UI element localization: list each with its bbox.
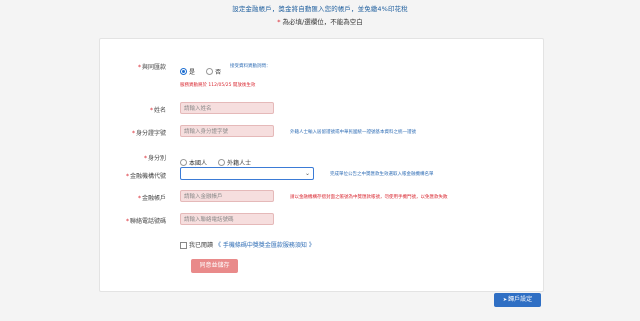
bank-code-label: *金融機構代號 xyxy=(125,173,166,180)
account-label: *金融帳戶 xyxy=(137,195,166,202)
account-input[interactable]: 請輸入金融帳戶 xyxy=(180,190,274,202)
data-auth-hint: 接受資料異動詞問： xyxy=(230,64,271,69)
radio-no-label[interactable]: 否 xyxy=(215,69,221,76)
radio-yes[interactable] xyxy=(180,68,187,75)
agree-save-button[interactable]: 同意並儲存 xyxy=(191,259,238,273)
radio-foreign-label[interactable]: 外籍人士 xyxy=(227,160,251,167)
required-star: * xyxy=(277,18,281,26)
id-number-input[interactable]: 請輸入身分證字號 xyxy=(180,125,274,137)
data-auth-label: *與同匯款 xyxy=(137,64,166,71)
identity-label: *身分別 xyxy=(143,155,166,162)
bank-code-select[interactable]: ⌄ xyxy=(180,167,314,180)
radio-local[interactable] xyxy=(180,159,187,166)
bank-code-row: *金融機構代號 ⌄ 完成單位公告之中獎匯款生效選取入帳金融機構名單 xyxy=(100,167,543,181)
name-label: *姓名 xyxy=(149,107,166,114)
phone-row: *聯絡電話號碼 請輸入聯絡電話號碼 xyxy=(100,213,543,227)
data-auth-row: *與同匯款 是 否 接受資料異動詞問： xyxy=(100,59,543,76)
phone-input[interactable]: 請輸入聯絡電話號碼 xyxy=(180,213,274,225)
radio-yes-label[interactable]: 是 xyxy=(189,69,195,76)
service-notice: 服務異動將於 112/05/25 開放後生效 xyxy=(180,83,256,88)
radio-foreign[interactable] xyxy=(218,159,226,166)
radio-no[interactable] xyxy=(206,68,214,75)
chevron-down-icon: ⌄ xyxy=(304,170,310,177)
id-number-row: *身分證字號 請輸入身分證字號 外籍人士輸入居留證號或中華民國統一證號基本資料之… xyxy=(100,125,543,139)
required-note-text: 為必填/選欄位，不能為空白 xyxy=(282,18,363,26)
arrow-right-icon: ➤ xyxy=(502,297,508,303)
data-auth-radio-group: 是 否 xyxy=(180,61,227,80)
phone-label: *聯絡電話號碼 xyxy=(125,218,166,225)
id-number-hint: 外籍人士輸入居留證號或中華民國統一證號基本資料之統一證號 xyxy=(290,130,416,135)
account-hint: 請以金融機構存摺封面之帳號為中獎匯款帳號，勿使用手機門號，以免匯款失敗 xyxy=(290,195,448,200)
account-row: *金融帳戶 請輸入金融帳戶 請以金融機構存摺封面之帳號為中獎匯款帳號，勿使用手機… xyxy=(100,190,543,204)
consent-checkbox[interactable] xyxy=(180,242,187,249)
account-setup-label: 歸戶設定 xyxy=(508,296,533,303)
radio-local-label[interactable]: 本國人 xyxy=(189,160,207,167)
consent-prefix: 我已閱讀 xyxy=(189,242,214,249)
bank-code-hint: 完成單位公告之中獎匯款生效選取入帳金融機構名單 xyxy=(330,172,434,177)
name-row: *姓名 請輸入姓名 xyxy=(100,102,543,116)
id-number-label: *身分證字號 xyxy=(131,130,166,137)
name-input[interactable]: 請輸入姓名 xyxy=(180,102,274,114)
header-required-note: * 為必填/選欄位，不能為空白 xyxy=(0,16,640,26)
header-info-line: 設定金融帳戶，獎金將自動匯入您的帳戶，並免繳4%印花稅 xyxy=(232,5,408,13)
bank-account-form: *與同匯款 是 否 接受資料異動詞問： 服務異動將於 112/05/25 開放後… xyxy=(99,38,544,292)
identity-row: *身分別 本國人 外籍人士 xyxy=(100,151,543,167)
consent-row: 我已閱讀 《 手機條碼中獎獎金匯款服務須知 》 xyxy=(180,240,315,249)
account-setup-button[interactable]: ➤歸戶設定 xyxy=(494,293,541,307)
service-terms-link[interactable]: 《 手機條碼中獎獎金匯款服務須知 》 xyxy=(215,242,315,249)
